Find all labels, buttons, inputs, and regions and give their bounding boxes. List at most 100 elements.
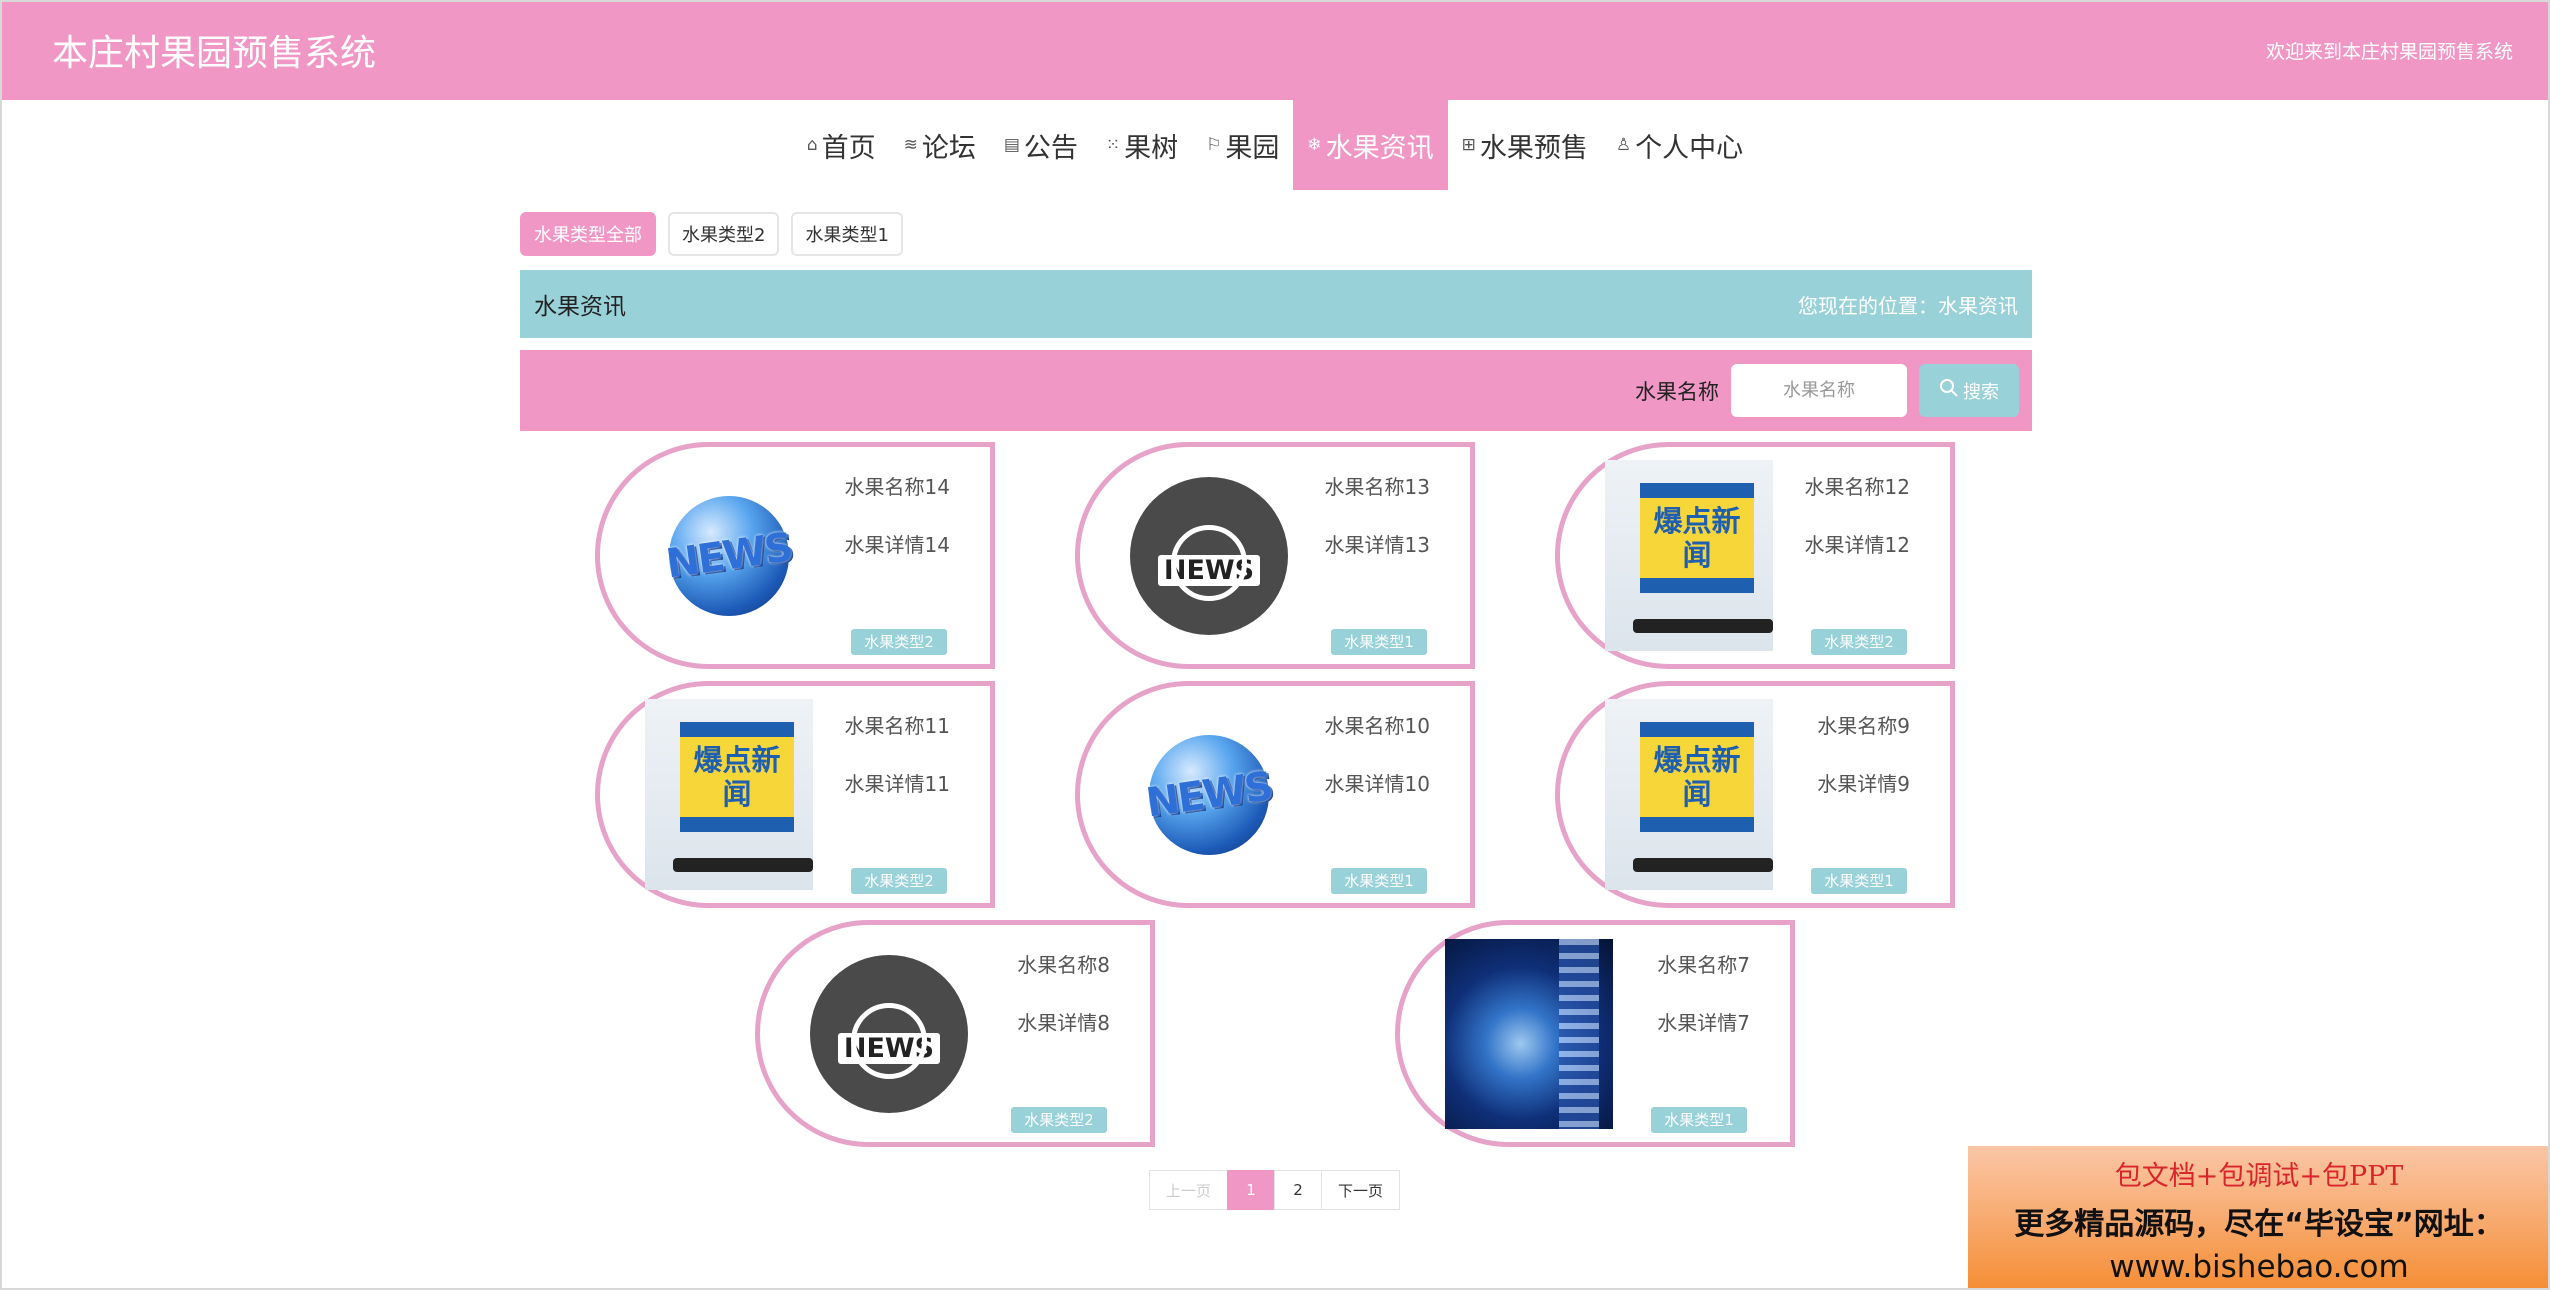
globe-news-image: NEWS xyxy=(1144,734,1274,855)
home-icon: ⌂ xyxy=(806,135,818,155)
promo-banner: 包文档+包调试+包PPT 更多精品源码，尽在“毕设宝”网址： www.bishe… xyxy=(1968,1146,2550,1290)
search-icon xyxy=(1939,378,1959,403)
card-type-tag: 水果类型1 xyxy=(1331,629,1427,655)
card-detail: 水果详情7 xyxy=(1657,1011,1750,1035)
section-title-bar: 水果资讯 您现在的位置：水果资讯 xyxy=(520,270,2032,338)
image-text: NEWS xyxy=(1143,762,1275,827)
card-image: 爆点新闻 xyxy=(1605,699,1773,890)
globe-icon xyxy=(851,1003,927,1079)
card-name: 水果名称9 xyxy=(1817,714,1910,738)
card-name: 水果名称13 xyxy=(1324,475,1430,499)
card-type-tag: 水果类型1 xyxy=(1651,1107,1747,1133)
card-image: NEWS xyxy=(1125,460,1293,651)
card-image: NEWS xyxy=(645,460,813,651)
nav-item-personal-center[interactable]: ♙ 个人中心 xyxy=(1602,100,1757,190)
search-button[interactable]: 搜索 xyxy=(1919,364,2019,417)
card-image: NEWS xyxy=(805,938,973,1129)
nav-item-fruit-presale[interactable]: ⊞ 水果预售 xyxy=(1448,100,1602,190)
nav-label: 个人中心 xyxy=(1635,132,1744,164)
filter-type2-button[interactable]: 水果类型2 xyxy=(668,212,780,256)
card-detail: 水果详情13 xyxy=(1324,533,1430,557)
card-detail: 水果详情12 xyxy=(1804,533,1910,557)
hot-news-badge: 爆点新闻 xyxy=(1640,483,1754,593)
apps-icon: ⊞ xyxy=(1461,135,1476,155)
card-name: 水果名称14 xyxy=(844,475,950,499)
grid-icon: ⁙ xyxy=(1105,135,1121,155)
card-image xyxy=(1445,938,1613,1129)
hot-news-image: 爆点新闻 xyxy=(1605,460,1773,651)
top-header: 本庄村果园预售系统 欢迎来到本庄村果园预售系统 xyxy=(0,0,2550,100)
nav-label: 水果预售 xyxy=(1479,132,1588,164)
nav-label: 公告 xyxy=(1023,132,1078,164)
filter-type1-button[interactable]: 水果类型1 xyxy=(791,212,903,256)
card-detail: 水果详情8 xyxy=(1017,1011,1110,1035)
nav-item-fruit-tree[interactable]: ⁙ 果树 xyxy=(1092,100,1192,190)
search-input[interactable] xyxy=(1731,364,1907,417)
card-type-tag: 水果类型2 xyxy=(851,629,947,655)
card-name: 水果名称7 xyxy=(1657,953,1750,977)
search-label: 水果名称 xyxy=(1635,379,1719,404)
nav-item-home[interactable]: ⌂ 首页 xyxy=(793,100,890,190)
card-row: 爆点新闻 水果名称11 水果详情11 水果类型2 NEWS 水果名称10 水果详… xyxy=(0,681,2550,908)
news-card[interactable]: 爆点新闻 水果名称9 水果详情9 水果类型1 xyxy=(1555,681,1955,908)
main-nav: ⌂ 首页 ≋ 论坛 ▤ 公告 ⁙ 果树 ⚐ 果园 ❄ 水果资讯 ⊞ 水果预售 ♙… xyxy=(0,100,2550,190)
card-type-tag: 水果类型1 xyxy=(1331,868,1427,894)
page-2-button[interactable]: 2 xyxy=(1274,1170,1322,1210)
filter-all-button[interactable]: 水果类型全部 xyxy=(520,212,656,256)
search-bar: 水果名称 搜索 xyxy=(520,350,2032,431)
card-row: NEWS 水果名称14 水果详情14 水果类型2 NEWS 水果名称13 水果详… xyxy=(0,442,2550,669)
card-detail: 水果详情9 xyxy=(1817,772,1910,796)
phone-bar xyxy=(673,858,813,872)
nav-item-orchard[interactable]: ⚐ 果园 xyxy=(1192,100,1293,190)
news-card[interactable]: NEWS 水果名称13 水果详情13 水果类型1 xyxy=(1075,442,1475,669)
phone-bar xyxy=(1633,858,1773,872)
layers-icon: ≋ xyxy=(903,135,918,155)
nav-label: 水果资讯 xyxy=(1325,132,1434,164)
nav-item-notice[interactable]: ▤ 公告 xyxy=(990,100,1092,190)
globe-icon xyxy=(1171,525,1247,601)
news-circle-image: NEWS xyxy=(810,954,968,1113)
search-button-label: 搜索 xyxy=(1963,381,1999,403)
calendar-icon: ▤ xyxy=(1003,135,1020,155)
news-card[interactable]: 爆点新闻 水果名称12 水果详情12 水果类型2 xyxy=(1555,442,1955,669)
promo-url: www.bishebao.com xyxy=(2109,1249,2409,1285)
hot-news-image: 爆点新闻 xyxy=(645,699,813,890)
user-icon: ♙ xyxy=(1615,135,1632,155)
prev-page-button[interactable]: 上一页 xyxy=(1148,1170,1228,1210)
nav-label: 果树 xyxy=(1124,132,1179,164)
card-image: 爆点新闻 xyxy=(645,699,813,890)
news-card[interactable]: NEWS 水果名称14 水果详情14 水果类型2 xyxy=(595,442,995,669)
card-row: NEWS 水果名称8 水果详情8 水果类型2 水果名称7 水果详情7 水果类型1 xyxy=(0,920,2550,1147)
card-type-tag: 水果类型2 xyxy=(1811,629,1907,655)
image-text: 爆点新闻 xyxy=(1640,737,1754,817)
image-text: 爆点新闻 xyxy=(1640,498,1754,578)
news-card[interactable]: 水果名称7 水果详情7 水果类型1 xyxy=(1395,920,1795,1147)
card-detail: 水果详情11 xyxy=(844,772,950,796)
card-name: 水果名称11 xyxy=(844,714,950,738)
nav-item-fruit-news[interactable]: ❄ 水果资讯 xyxy=(1293,100,1448,190)
nav-item-forum[interactable]: ≋ 论坛 xyxy=(890,100,990,190)
site-title: 本庄村果园预售系统 xyxy=(52,33,377,74)
page-1-button[interactable]: 1 xyxy=(1227,1170,1275,1210)
image-text: 爆点新闻 xyxy=(680,737,794,817)
news-circle-image: NEWS xyxy=(1130,476,1288,635)
welcome-text: 欢迎来到本庄村果园预售系统 xyxy=(2265,40,2513,63)
nav-label: 首页 xyxy=(821,132,876,164)
image-stripe xyxy=(1559,938,1599,1129)
card-detail: 水果详情10 xyxy=(1324,772,1430,796)
flag-icon: ⚐ xyxy=(1206,135,1222,155)
promo-line: 更多精品源码，尽在“毕设宝”网址： xyxy=(2014,1207,2504,1242)
card-image: NEWS xyxy=(1125,699,1293,890)
globe-news-image: NEWS xyxy=(664,495,794,616)
nav-label: 果园 xyxy=(1225,132,1280,164)
news-card[interactable]: NEWS 水果名称10 水果详情10 水果类型1 xyxy=(1075,681,1475,908)
type-filter-group: 水果类型全部 水果类型2 水果类型1 xyxy=(520,212,903,256)
news-card[interactable]: 爆点新闻 水果名称11 水果详情11 水果类型2 xyxy=(595,681,995,908)
news-card[interactable]: NEWS 水果名称8 水果详情8 水果类型2 xyxy=(755,920,1155,1147)
card-type-tag: 水果类型2 xyxy=(851,868,947,894)
promo-line: 包文档+包调试+包PPT xyxy=(2114,1161,2404,1192)
next-page-button[interactable]: 下一页 xyxy=(1321,1170,1401,1210)
snowflake-icon: ❄ xyxy=(1307,135,1322,155)
card-detail: 水果详情14 xyxy=(844,533,950,557)
card-name: 水果名称10 xyxy=(1324,714,1430,738)
